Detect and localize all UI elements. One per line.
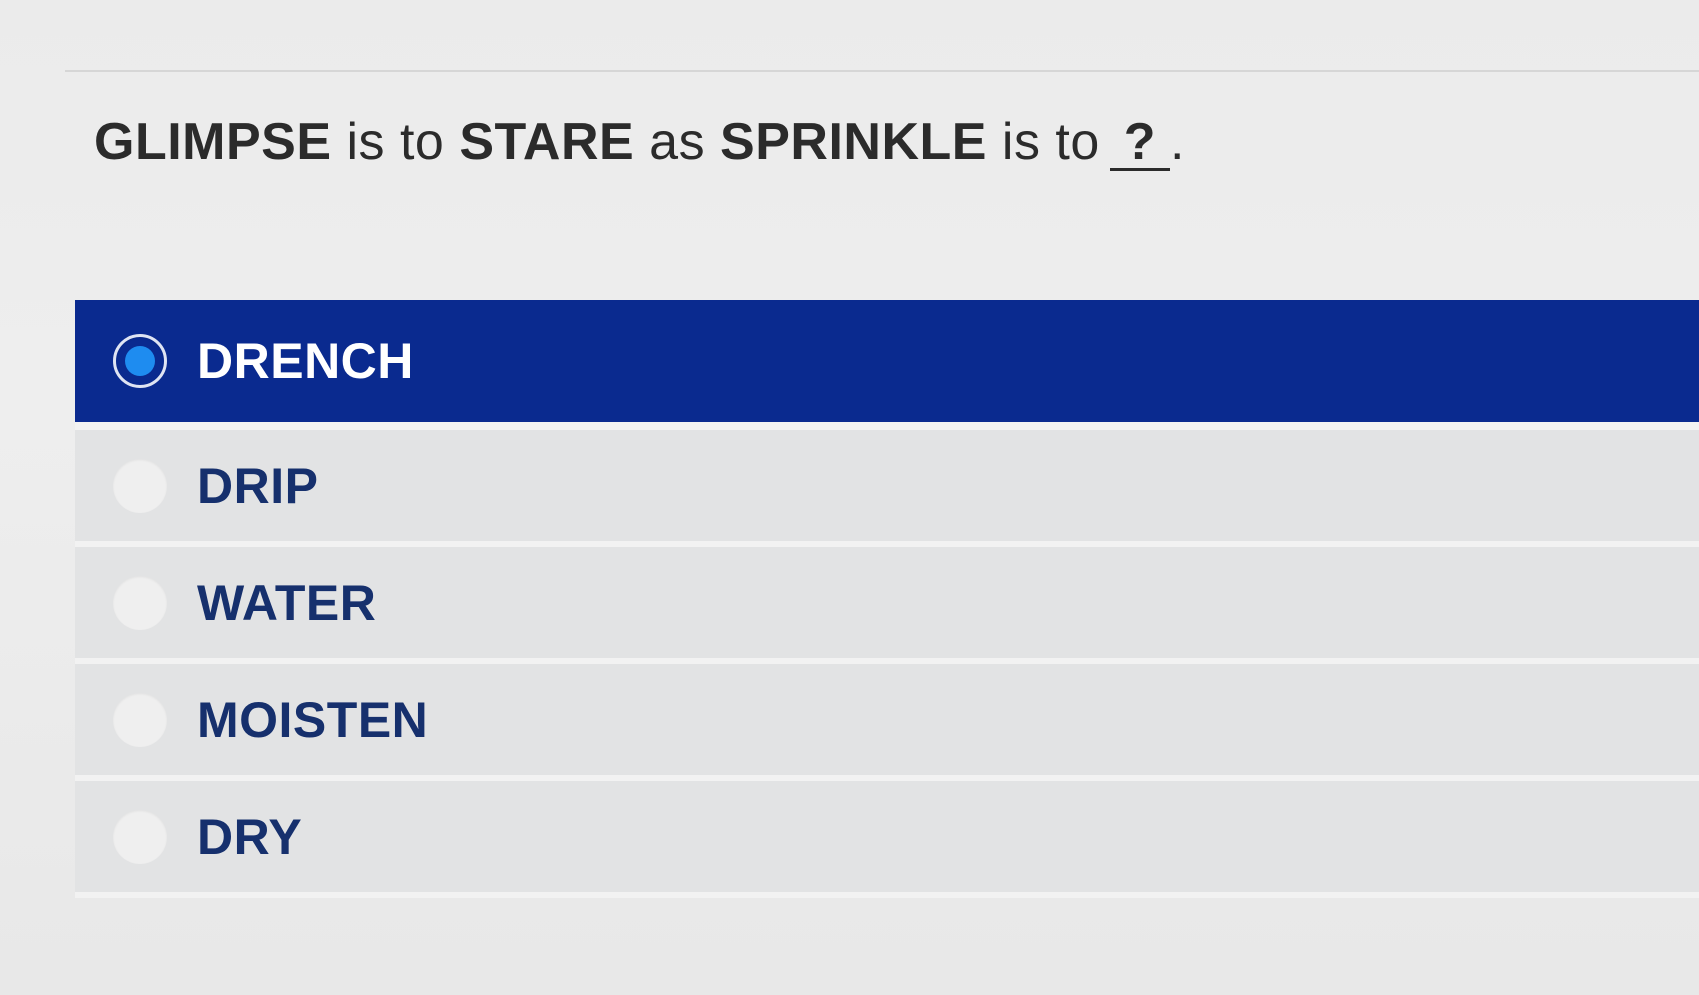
term-b: STARE bbox=[459, 113, 635, 171]
option-label: MOISTEN bbox=[197, 691, 429, 748]
option-drench[interactable]: DRENCH bbox=[75, 300, 1699, 430]
option-label: DRY bbox=[197, 808, 303, 865]
connector-2: as bbox=[649, 113, 706, 171]
question-text: GLIMPSE is to STARE as SPRINKLE is to?. bbox=[94, 112, 1185, 172]
option-moisten[interactable]: MOISTEN bbox=[75, 664, 1699, 781]
option-label: DRIP bbox=[197, 457, 319, 514]
connector-1: is to bbox=[346, 113, 445, 171]
connector-3: is to bbox=[1001, 113, 1100, 171]
option-dry[interactable]: DRY bbox=[75, 781, 1699, 898]
top-divider bbox=[65, 70, 1699, 72]
question-period: . bbox=[1170, 113, 1185, 171]
answer-blank: ? bbox=[1109, 116, 1171, 171]
term-a: GLIMPSE bbox=[94, 113, 332, 171]
option-drip[interactable]: DRIP bbox=[75, 430, 1699, 547]
option-label: DRENCH bbox=[197, 333, 414, 389]
radio-empty-icon[interactable] bbox=[113, 575, 167, 630]
radio-empty-icon[interactable] bbox=[113, 692, 167, 747]
answer-options: DRENCH DRIP WATER MOISTEN DRY bbox=[75, 300, 1699, 898]
option-label: WATER bbox=[197, 574, 377, 631]
radio-selected-icon[interactable] bbox=[113, 334, 167, 388]
radio-empty-icon[interactable] bbox=[113, 809, 167, 864]
term-c: SPRINKLE bbox=[720, 113, 987, 171]
radio-empty-icon[interactable] bbox=[113, 458, 167, 513]
option-water[interactable]: WATER bbox=[75, 547, 1699, 664]
quiz-page: GLIMPSE is to STARE as SPRINKLE is to?. … bbox=[0, 0, 1699, 995]
